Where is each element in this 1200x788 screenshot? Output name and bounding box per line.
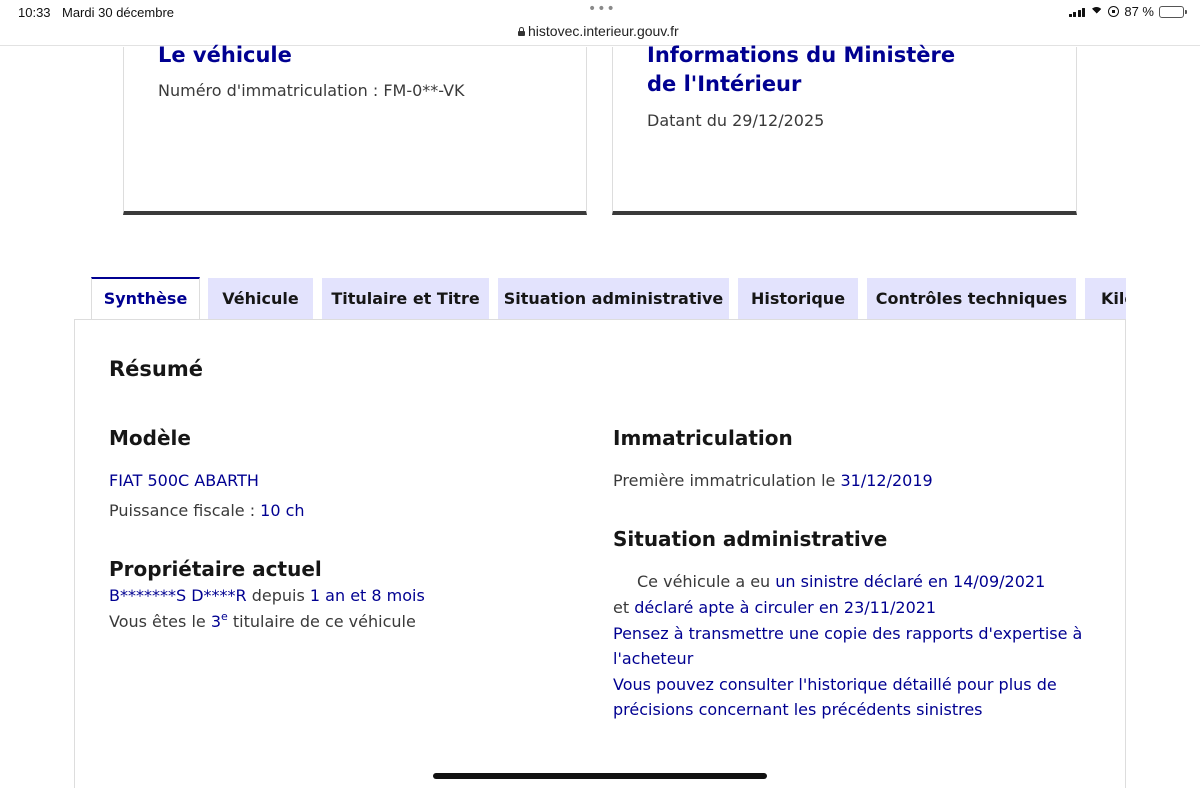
- model-heading: Modèle: [109, 426, 191, 450]
- rotation-lock-icon: [1108, 6, 1120, 17]
- admin-history-note-line2: précisions concernant les précédents sin…: [613, 700, 983, 719]
- admin-heading: Situation administrative: [613, 527, 888, 551]
- battery-icon: [1159, 5, 1187, 18]
- battery-percent: 87 %: [1124, 4, 1154, 19]
- cellular-signal-icon: [1068, 7, 1086, 17]
- owner-rank: Vous êtes le 3e titulaire de ce véhicule: [109, 609, 416, 635]
- fiscal-power: Puissance fiscale : 10 ch: [109, 498, 305, 524]
- address-url: histovec.interieur.gouv.fr: [528, 23, 679, 39]
- tab-kilometrage[interactable]: Kilo: [1085, 278, 1126, 320]
- home-indicator[interactable]: [433, 773, 767, 779]
- registration-heading: Immatriculation: [613, 426, 793, 450]
- admin-expertise-note-line2: l'acheteur: [613, 649, 694, 668]
- admin-expertise-note-line1: Pensez à transmettre une copie des rappo…: [613, 624, 1083, 643]
- ministry-card-title: Informations du Ministère de l'Intérieur: [647, 43, 956, 96]
- admin-claim-prefix: Ce véhicule a eu: [637, 572, 776, 591]
- multitask-dots-icon[interactable]: •••: [588, 1, 616, 17]
- admin-fit-link[interactable]: déclaré apte à circuler en 23/11/2021: [634, 598, 936, 617]
- ministry-date: Datant du 29/12/2025: [647, 111, 825, 130]
- tab-controles-techniques[interactable]: Contrôles techniques: [867, 278, 1076, 320]
- tab-historique[interactable]: Historique: [738, 278, 858, 320]
- owner-name: B*******S D****R: [109, 586, 247, 605]
- vehicle-card-title: Le véhicule: [158, 43, 292, 67]
- status-date: Mardi 30 décembre: [62, 5, 174, 20]
- plate-number: Numéro d'immatriculation : FM-0**-VK: [158, 81, 465, 100]
- summary-title: Résumé: [109, 357, 203, 381]
- tab-synthese[interactable]: Synthèse: [91, 277, 200, 320]
- fiscal-power-value: 10 ch: [260, 501, 305, 520]
- owner-rank-sup: e: [221, 610, 228, 623]
- model-name[interactable]: FIAT 500C ABARTH: [109, 468, 259, 494]
- owner-rank-prefix: Vous êtes le: [109, 612, 211, 631]
- ministry-card: Informations du Ministère de l'Intérieur…: [612, 43, 1077, 215]
- owner-heading: Propriétaire actuel: [109, 557, 322, 581]
- lock-icon: [518, 26, 525, 36]
- status-bar: 10:33 Mardi 30 décembre ••• histovec.int…: [0, 0, 1200, 46]
- owner-line: B*******S D****R depuis 1 an et 8 mois: [109, 583, 425, 609]
- owner-since-value: 1 an et 8 mois: [309, 586, 425, 605]
- first-registration-label: Première immatriculation le: [613, 471, 841, 490]
- vehicle-card: Le véhicule Numéro d'immatriculation : F…: [123, 43, 587, 215]
- admin-claim-link[interactable]: un sinistre déclaré en 14/09/2021: [775, 572, 1045, 591]
- fiscal-power-label: Puissance fiscale :: [109, 501, 261, 520]
- admin-history-note-line1: Vous pouvez consulter l'historique détai…: [613, 675, 1057, 694]
- tab-vehicule[interactable]: Véhicule: [208, 278, 313, 320]
- owner-rank-number: 3: [210, 612, 221, 631]
- admin-fit-prefix: et: [613, 598, 635, 617]
- admin-fit-line: et déclaré apte à circuler en 23/11/2021: [613, 595, 936, 621]
- admin-claim-line: Ce véhicule a eu un sinistre déclaré en …: [637, 569, 1045, 595]
- tab-titulaire-titre[interactable]: Titulaire et Titre: [322, 278, 489, 320]
- wifi-icon: [1090, 7, 1103, 17]
- owner-since-label: depuis: [246, 586, 310, 605]
- first-registration: Première immatriculation le 31/12/2019: [613, 468, 933, 494]
- tab-bar: Synthèse Véhicule Titulaire et Titre Sit…: [90, 277, 1126, 320]
- summary-panel: Résumé Modèle FIAT 500C ABARTH Puissance…: [74, 319, 1126, 788]
- status-indicators: 87 %: [1068, 4, 1187, 19]
- address-bar[interactable]: histovec.interieur.gouv.fr: [518, 23, 679, 39]
- tab-situation-administrative[interactable]: Situation administrative: [498, 278, 729, 320]
- owner-rank-suffix: titulaire de ce véhicule: [227, 612, 416, 631]
- first-registration-date: 31/12/2019: [840, 471, 933, 490]
- status-time: 10:33: [18, 5, 51, 20]
